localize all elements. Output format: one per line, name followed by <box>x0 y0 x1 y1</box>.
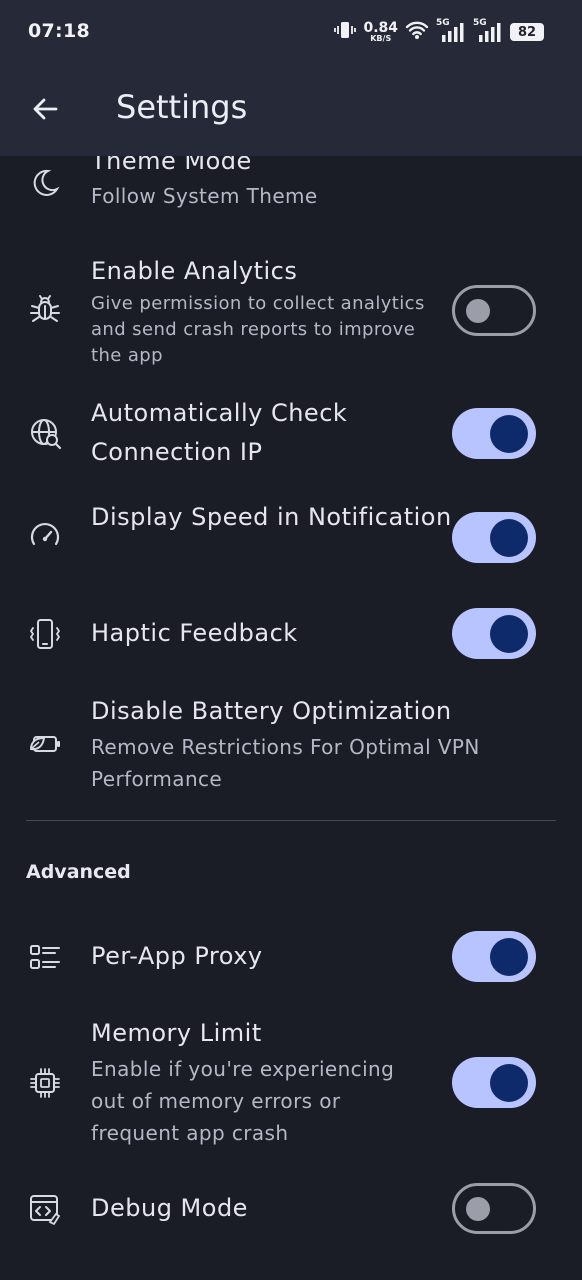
vibrate-icon <box>334 19 357 45</box>
haptic-toggle[interactable] <box>452 608 536 659</box>
battery-leaf-icon <box>26 725 64 763</box>
toggle-knob <box>490 614 528 653</box>
arrow-left-icon <box>33 98 58 120</box>
battery-icon: 82 <box>510 23 544 41</box>
toggle-knob <box>490 518 528 557</box>
app-bar: Settings <box>0 64 582 156</box>
setting-battery-optimization[interactable]: Disable Battery Optimization Remove Rest… <box>0 692 582 802</box>
chip-icon <box>26 1064 64 1102</box>
toggle-knob <box>466 1196 490 1221</box>
net-speed-value: 0.84 <box>363 20 398 36</box>
page-title: Settings <box>116 88 248 126</box>
back-button[interactable] <box>22 86 68 132</box>
section-header-advanced: Advanced <box>26 861 131 883</box>
wifi-icon <box>405 20 429 44</box>
analytics-toggle[interactable] <box>452 285 536 336</box>
toggle-knob <box>490 1063 528 1102</box>
code-window-icon <box>26 1190 64 1228</box>
status-icons: 0.84 KB/S 5G 5G 82 <box>334 18 544 45</box>
setting-subtitle: Enable if you're experiencing out of mem… <box>91 1057 395 1145</box>
signal-icon <box>479 23 501 42</box>
per-app-proxy-toggle[interactable] <box>452 931 536 982</box>
section-divider <box>26 820 556 821</box>
signal-5g-2: 5G <box>473 18 503 43</box>
list-icon <box>26 938 64 976</box>
setting-title: Enable Analytics <box>91 257 298 285</box>
setting-enable-analytics[interactable]: Enable Analytics Give permission to coll… <box>0 248 582 378</box>
phone-vibrate-icon <box>26 615 64 653</box>
toggle-knob <box>490 937 528 976</box>
setting-subtitle: Remove Restrictions For Optimal VPN Perf… <box>91 735 480 791</box>
net-speed-unit: KB/S <box>370 34 392 43</box>
setting-subtitle: Give permission to collect analytics and… <box>91 293 425 366</box>
toggle-knob <box>466 298 490 323</box>
setting-title: Memory Limit <box>91 1019 262 1047</box>
setting-title: Disable Battery Optimization <box>91 697 452 725</box>
setting-title: Automatically Check Connection IP <box>91 399 348 466</box>
check-ip-toggle[interactable] <box>452 408 536 459</box>
setting-title: Display Speed in Notification <box>91 503 452 531</box>
setting-per-app-proxy[interactable]: Per-App Proxy <box>0 931 582 983</box>
settings-list[interactable]: Theme Mode Follow System Theme Enable An… <box>0 156 582 1280</box>
speedometer-icon <box>26 517 64 555</box>
status-time: 07:18 <box>28 20 90 42</box>
setting-theme-mode[interactable]: Theme Mode Follow System Theme <box>0 156 582 222</box>
setting-check-connection-ip[interactable]: Automatically Check Connection IP <box>0 394 582 476</box>
bug-icon <box>26 290 64 328</box>
globe-search-icon <box>26 414 64 452</box>
net-speed: 0.84 KB/S <box>363 21 398 43</box>
status-bar: 07:18 0.84 KB/S 5G 5G 82 <box>0 0 582 64</box>
display-speed-toggle[interactable] <box>452 512 536 563</box>
signal-icon <box>442 23 464 42</box>
moon-icon <box>26 164 64 202</box>
setting-display-speed[interactable]: Display Speed in Notification <box>0 498 582 578</box>
memory-limit-toggle[interactable] <box>452 1057 536 1108</box>
setting-memory-limit[interactable]: Memory Limit Enable if you're experienci… <box>0 1014 582 1164</box>
setting-haptic-feedback[interactable]: Haptic Feedback <box>0 608 582 660</box>
setting-title: Debug Mode <box>91 1194 248 1222</box>
signal-5g-1: 5G <box>436 18 466 43</box>
setting-subtitle: Follow System Theme <box>91 184 318 208</box>
setting-title: Per-App Proxy <box>91 942 263 970</box>
setting-title: Theme Mode <box>91 156 252 175</box>
toggle-knob <box>490 414 528 453</box>
debug-mode-toggle[interactable] <box>452 1183 536 1234</box>
setting-debug-mode[interactable]: Debug Mode <box>0 1183 582 1235</box>
